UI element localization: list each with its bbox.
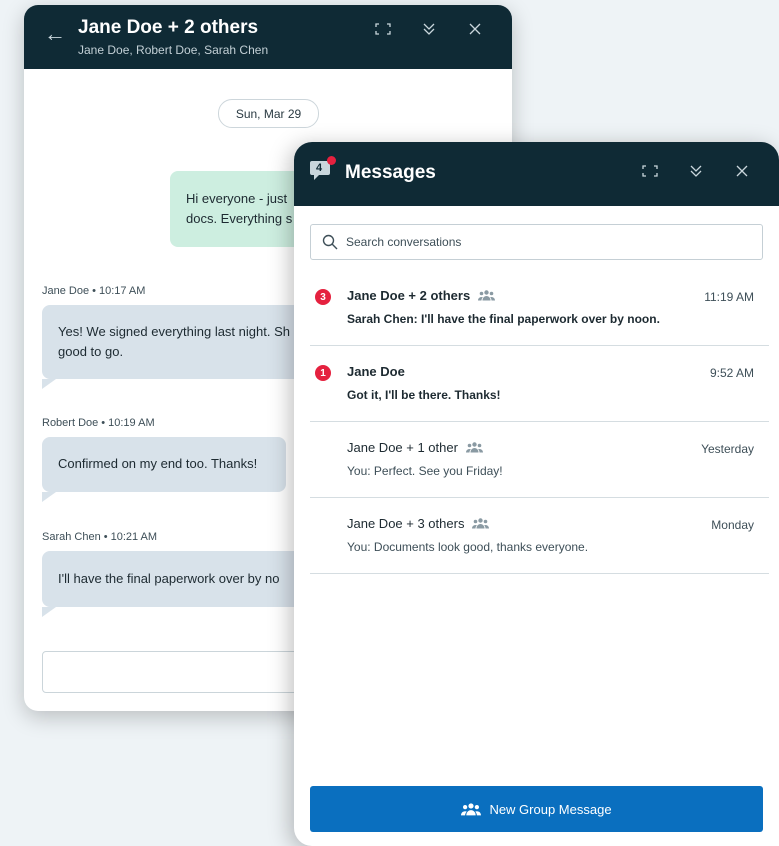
message-sender-meta: Robert Doe • 10:19 AM <box>42 417 155 429</box>
message-time: 10:17 AM <box>98 285 146 297</box>
conversation-time: 9:52 AM <box>709 366 754 380</box>
conversation-time: 11:19 AM <box>704 290 754 304</box>
new-group-message-label: New Group Message <box>489 801 612 817</box>
search-icon <box>322 234 338 250</box>
conversation-name: Jane Doe <box>347 364 405 379</box>
conversation-time: Monday <box>711 518 754 532</box>
message-time: 10:19 AM <box>108 417 155 429</box>
incoming-message: Confirmed on my end too. Thanks! <box>42 437 286 492</box>
notification-dot <box>327 156 336 165</box>
new-group-message-button[interactable]: New Group Message <box>310 786 763 832</box>
back-arrow-icon[interactable]: ← <box>44 23 66 45</box>
chevron-double-down-icon[interactable] <box>406 7 452 51</box>
chat-window-controls <box>360 5 498 61</box>
sender-name: Jane Doe <box>42 285 90 297</box>
messages-panel: 4 Messages 3 Jane Doe + 2 others <box>294 142 779 846</box>
message-text-line: Confirmed on my end too. Thanks! <box>58 456 258 471</box>
conversation-item[interactable]: 1 Jane Doe 9:52 AM Got it, I'll be there… <box>310 346 769 422</box>
separator-dot: • <box>101 417 106 429</box>
group-icon <box>478 290 496 301</box>
conversation-name: Jane Doe + 3 others <box>347 516 490 531</box>
group-icon <box>472 518 490 529</box>
conversation-preview: Sarah Chen: I'll have the final paperwor… <box>347 312 660 326</box>
close-icon[interactable] <box>452 7 498 51</box>
conversation-name: Jane Doe + 1 other <box>347 440 483 455</box>
incoming-message: Yes! We signed everything last night. Sh… <box>42 305 332 379</box>
bubble-tail <box>42 492 56 502</box>
conversation-item[interactable]: Jane Doe + 3 others Monday You: Document… <box>310 498 769 574</box>
separator-dot: • <box>103 531 108 543</box>
expand-icon[interactable] <box>627 149 673 193</box>
conversation-preview: You: Documents look good, thanks everyon… <box>347 540 589 554</box>
conversation-title: Jane Doe + 1 other <box>347 440 458 455</box>
conversation-name: Jane Doe + 2 others <box>347 288 496 303</box>
bubble-tail <box>42 607 56 617</box>
bubble-tail <box>42 379 56 389</box>
search-input[interactable] <box>346 235 746 249</box>
incoming-message: I'll have the final paperwork over by no <box>42 551 332 607</box>
conversation-time: Yesterday <box>701 442 754 456</box>
message-time: 10:21 AM <box>110 531 158 543</box>
message-text-line: good to go. <box>58 344 124 359</box>
conversation-title: Jane Doe <box>347 364 405 379</box>
sender-name: Robert Doe <box>42 417 99 429</box>
unread-count: 4 <box>315 161 323 174</box>
message-sender-meta: Jane Doe • 10:17 AM <box>42 285 145 297</box>
conversation-preview: You: Perfect. See you Friday! <box>347 464 503 478</box>
sender-name: Sarah Chen <box>42 531 101 543</box>
messages-header: 4 Messages <box>294 142 779 206</box>
conversation-list: 3 Jane Doe + 2 others 11:19 AM Sarah Che… <box>310 270 769 574</box>
unread-badge: 3 <box>315 289 331 305</box>
conversation-title: Jane Doe + 2 others <box>347 288 471 303</box>
conversation-preview: Got it, I'll be there. Thanks! <box>347 388 501 402</box>
conversation-item[interactable]: Jane Doe + 1 other Yesterday You: Perfec… <box>310 422 769 498</box>
date-separator: Sun, Mar 29 <box>218 99 319 128</box>
unread-badge: 1 <box>315 365 331 381</box>
search-box <box>310 224 763 260</box>
conversation-item[interactable]: 3 Jane Doe + 2 others 11:19 AM Sarah Che… <box>310 270 769 346</box>
message-text-line: Yes! We signed everything last night. Sh <box>58 324 290 339</box>
expand-icon[interactable] <box>360 7 406 51</box>
separator-dot: • <box>92 285 96 297</box>
panel-title: Messages <box>345 162 436 183</box>
chevron-double-down-icon[interactable] <box>673 149 719 193</box>
group-icon <box>461 802 482 815</box>
message-text-line: I'll have the final paperwork over by no <box>58 571 280 586</box>
conversation-title: Jane Doe + 3 others <box>347 516 465 531</box>
panel-window-controls <box>627 149 765 193</box>
group-icon <box>465 442 483 453</box>
chat-participants: Jane Doe, Robert Doe, Sarah Chen <box>78 43 269 57</box>
message-sender-meta: Sarah Chen • 10:21 AM <box>42 531 157 543</box>
chat-header: ← Jane Doe + 2 others Jane Doe, Robert D… <box>24 5 512 69</box>
close-icon[interactable] <box>719 149 765 193</box>
chat-title: Jane Doe + 2 others <box>78 17 259 38</box>
